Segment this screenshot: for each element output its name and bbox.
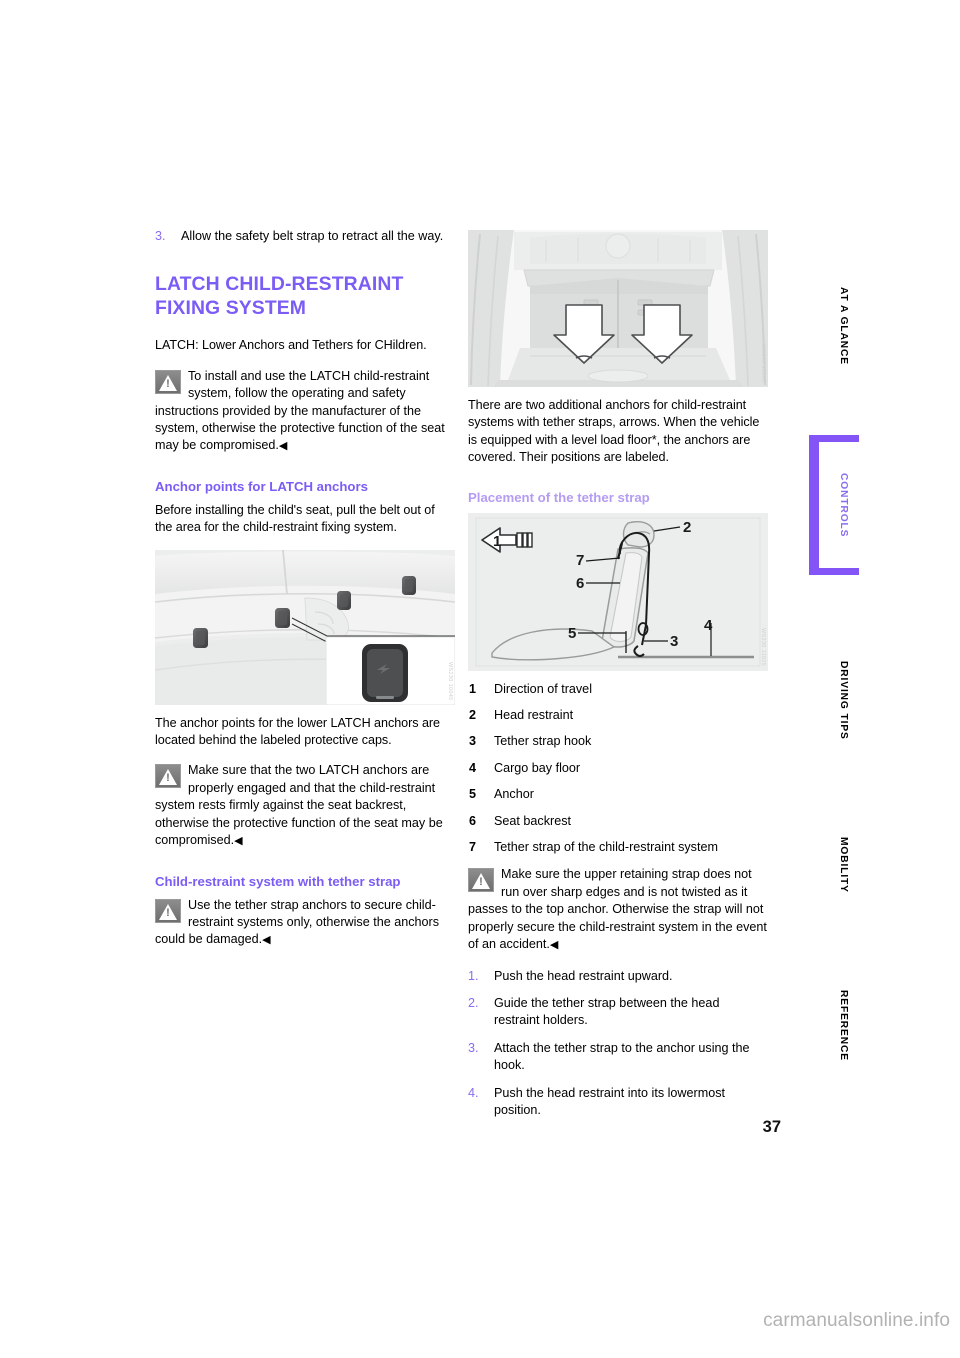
list-item: 3. Allow the safety belt strap to retrac…	[155, 228, 455, 245]
warning-text: Make sure that the two LATCH anchors are…	[155, 763, 443, 848]
heading-placement-tether-strap: Placement of the tether strap	[468, 489, 650, 505]
legend-number: 4	[469, 760, 477, 775]
legend-text: Anchor	[494, 787, 534, 802]
sidebar-item-reference[interactable]: REFERENCE	[804, 970, 858, 1080]
sidebar-item-controls[interactable]: CONTROLS	[804, 435, 860, 575]
tether-legend-list: 1 Direction of travel 2 Head restraint 3…	[468, 681, 768, 857]
figure-watermark: WS230 10045	[760, 344, 766, 383]
legend-text: Cargo bay floor	[494, 760, 581, 775]
step-number: 2.	[468, 995, 479, 1010]
legend-text: Head restraint	[494, 708, 574, 723]
step-text: Push the head restraint upward.	[494, 968, 673, 983]
warning-end-marker: ◀	[549, 939, 558, 952]
step-text: Guide the tether strap between the head …	[494, 995, 720, 1028]
list-item: 4. Push the head restraint into its lowe…	[468, 1085, 768, 1120]
sidebar-item-label: DRIVING TIPS	[838, 660, 849, 740]
site-watermark: carmanualsonline.info	[763, 1310, 950, 1331]
warning-notice-engagement: Make sure that the two LATCH anchors are…	[155, 762, 455, 850]
heading-anchor-points: Anchor points for LATCH anchors	[155, 478, 368, 494]
cargo-bay-illustration	[468, 230, 768, 387]
step-number: 4.	[468, 1085, 479, 1100]
list-item: 3 Tether strap hook	[468, 733, 768, 750]
legend-number: 5	[469, 787, 477, 802]
warning-text: Make sure the upper retaining strap does…	[468, 867, 767, 952]
latch-acronym-text: LATCH: Lower Anchors and Tethers for CHi…	[155, 338, 427, 353]
page-number: 37	[762, 1118, 781, 1136]
warning-text: Use the tether strap anchors to secure c…	[155, 897, 440, 947]
sidebar-item-mobility[interactable]: MOBILITY	[804, 815, 858, 915]
legend-text: Tether strap of the child-restraint syst…	[494, 840, 718, 855]
list-item: 7 Tether strap of the child-restraint sy…	[468, 839, 768, 856]
step-number: 3.	[468, 1040, 479, 1055]
heading-tether-strap-system: Child-restraint system with tether strap	[155, 873, 401, 889]
anchor-points-illustration	[155, 549, 455, 705]
warning-triangle-icon	[155, 898, 181, 923]
list-item: 1. Push the head restraint upward.	[468, 968, 768, 985]
warning-triangle-icon	[155, 764, 181, 789]
sidebar-item-label: CONTROLS	[838, 472, 849, 538]
anchor-caps-paragraph: The anchor points for the lower LATCH an…	[155, 715, 441, 748]
manual-page: 3. Allow the safety belt strap to retrac…	[0, 0, 960, 1358]
sidebar-item-at-a-glance[interactable]: AT A GLANCE	[804, 270, 858, 382]
figure-cargo-bay: WS230 10045	[468, 230, 768, 387]
list-item: 4 Cargo bay floor	[468, 760, 768, 777]
legend-number: 7	[469, 840, 477, 855]
step-text: Push the head restraint into its lowermo…	[494, 1085, 725, 1117]
callout-3: 3	[670, 633, 678, 650]
list-item: 2. Guide the tether strap between the he…	[468, 995, 768, 1030]
cargo-bay-paragraph: There are two additional anchors for chi…	[468, 398, 760, 465]
legend-number: 2	[469, 708, 477, 723]
step-number: 1.	[468, 968, 479, 983]
list-item: 3. Attach the tether strap to the anchor…	[468, 1040, 768, 1075]
left-text-column: 3. Allow the safety belt strap to retrac…	[155, 228, 455, 963]
figure-anchor-points: WS230 10045	[155, 549, 455, 705]
warning-end-marker: ◀	[278, 440, 287, 453]
sidebar-item-label: REFERENCE	[838, 989, 849, 1061]
right-text-column: WS230 10045 There are two additional anc…	[468, 228, 768, 1129]
sidebar-item-label: AT A GLANCE	[838, 287, 849, 365]
figure-watermark: WS230 11025	[760, 628, 766, 667]
warning-notice-retaining-strap: Make sure the upper retaining strap does…	[468, 866, 768, 954]
callout-2: 2	[683, 519, 691, 536]
svg-text:1: 1	[493, 533, 501, 550]
callout-6: 6	[576, 575, 584, 592]
step-text: Attach the tether strap to the anchor us…	[494, 1040, 750, 1073]
figure-tether-placement: 1 2 7 6 5 3 4 WS230 11025	[468, 512, 768, 671]
list-item: 6 Seat backrest	[468, 813, 768, 830]
warning-notice-tether-anchors: Use the tether strap anchors to secure c…	[155, 897, 455, 950]
warning-triangle-icon	[468, 868, 494, 893]
step-text: Allow the safety belt strap to retract a…	[181, 229, 444, 243]
tether-placement-diagram: 1 2 7 6 5 3 4	[468, 512, 768, 671]
page-title: LATCH CHILD-RESTRAINT FIXING SYSTEM	[155, 273, 404, 319]
sidebar-item-label: MOBILITY	[838, 837, 849, 893]
figure-watermark: WS230 10045	[447, 662, 453, 701]
legend-number: 3	[469, 734, 477, 749]
legend-text: Direction of travel	[494, 681, 592, 696]
list-item: 2 Head restraint	[468, 707, 768, 724]
legend-text: Tether strap hook	[494, 734, 592, 749]
sidebar-item-driving-tips[interactable]: DRIVING TIPS	[804, 640, 858, 760]
warning-notice-install: To install and use the LATCH child-restr…	[155, 368, 455, 456]
legend-number: 6	[469, 813, 477, 828]
callout-5: 5	[568, 625, 576, 642]
warning-end-marker: ◀	[234, 835, 243, 848]
tether-procedure-list: 1. Push the head restraint upward. 2. Gu…	[468, 968, 768, 1120]
list-item: 1 Direction of travel	[468, 681, 768, 698]
anchor-points-paragraph: Before installing the child's seat, pull…	[155, 502, 435, 535]
chapter-tab-rail: AT A GLANCE CONTROLS DRIVING TIPS MOBILI…	[800, 270, 862, 1100]
continued-step-list: 3. Allow the safety belt strap to retrac…	[155, 228, 455, 245]
legend-number: 1	[469, 681, 477, 696]
callout-4: 4	[704, 617, 713, 634]
callout-7: 7	[576, 552, 584, 569]
legend-text: Seat backrest	[494, 813, 572, 828]
warning-end-marker: ◀	[262, 934, 271, 947]
warning-triangle-icon	[155, 369, 181, 394]
step-number: 3.	[155, 229, 166, 243]
list-item: 5 Anchor	[468, 786, 768, 803]
warning-text: To install and use the LATCH child-restr…	[155, 368, 445, 453]
